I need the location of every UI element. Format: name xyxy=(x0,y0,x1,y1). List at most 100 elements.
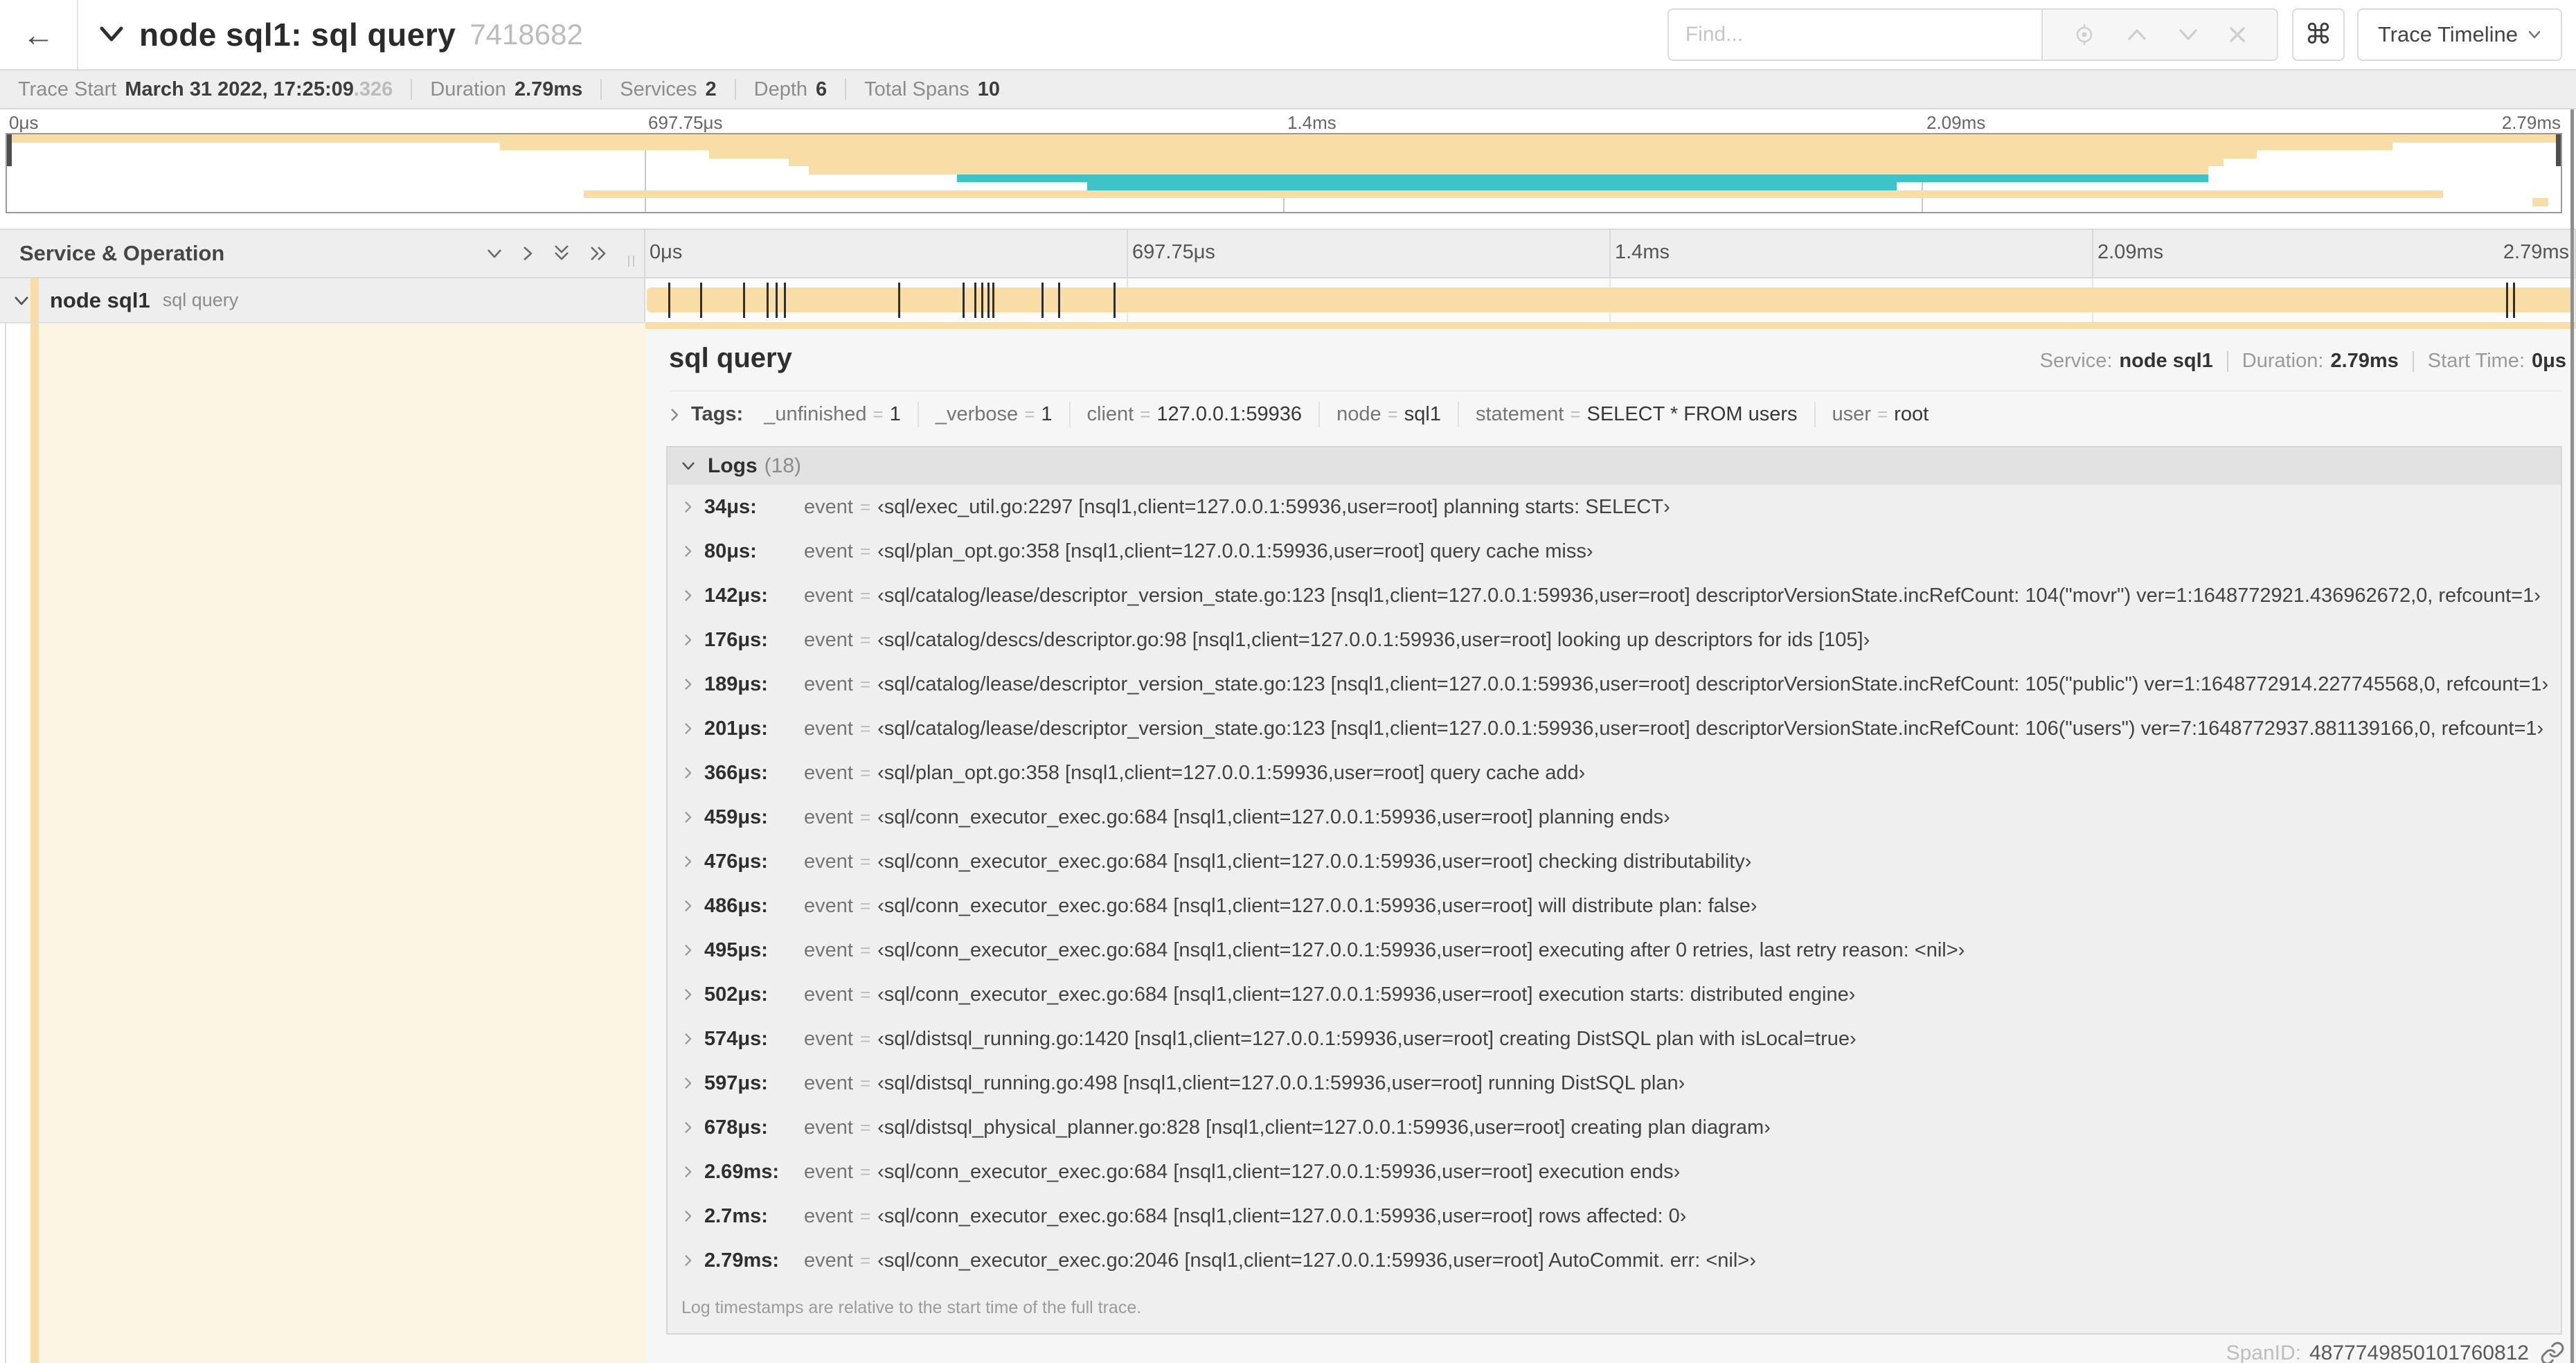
log-row[interactable]: 366μs: event = ‹sql/plan_opt.go:358 [nsql1,… xyxy=(679,751,2561,795)
span-duration-bar[interactable] xyxy=(647,287,2573,312)
locate-icon[interactable] xyxy=(2073,23,2096,46)
detail-stat-value: node sql1 xyxy=(2119,350,2213,372)
meta-item-value: 10 xyxy=(977,78,1000,100)
collapse-trace-chevron-icon[interactable] xyxy=(98,25,125,44)
meta-item-label: Trace Start xyxy=(18,78,117,100)
detail-stat-value: 0μs xyxy=(2532,350,2566,372)
log-row[interactable]: 486μs: event = ‹sql/conn_executor_exec.go:6… xyxy=(679,884,2561,928)
back-button[interactable]: ← xyxy=(0,0,78,69)
scrollbar[interactable] xyxy=(2570,109,2574,1363)
log-timestamp: 574μs: xyxy=(704,1027,768,1050)
column-resizer-grip[interactable] xyxy=(628,256,634,267)
keyboard-shortcuts-button[interactable]: ⌘ xyxy=(2291,8,2345,61)
log-row[interactable]: 459μs: event = ‹sql/conn_executor_exec.go:6… xyxy=(679,795,2561,839)
log-row[interactable]: 34μs: event = ‹sql/exec_util.go:2297 [nsql1… xyxy=(679,485,2561,529)
view-selector-button[interactable]: Trace Timeline xyxy=(2356,8,2562,61)
minimap-range-handle-right[interactable] xyxy=(2556,134,2561,166)
log-row[interactable]: 80μs: event = ‹sql/plan_opt.go:358 [nsql1,c… xyxy=(679,529,2561,573)
tags-label[interactable]: Tags: xyxy=(691,403,743,426)
collapse-span-chevron-icon[interactable] xyxy=(12,294,30,307)
log-marker xyxy=(992,283,994,318)
chevron-right-icon xyxy=(683,898,693,914)
log-marker xyxy=(974,283,976,318)
expand-one-icon[interactable] xyxy=(521,244,534,262)
minimap-span-bar xyxy=(1087,182,1897,190)
span-timeline-track xyxy=(645,278,2576,322)
chevron-right-icon xyxy=(683,677,693,692)
span-name-column[interactable]: node sql1 sql query xyxy=(0,278,645,322)
equals-sign: = xyxy=(859,1116,871,1138)
find-input[interactable] xyxy=(1667,8,2041,61)
deep-link-icon[interactable] xyxy=(2540,1341,2565,1363)
log-row[interactable]: 189μs: event = ‹sql/catalog/lease/descripto… xyxy=(679,662,2561,706)
log-timestamp: 486μs: xyxy=(704,894,768,917)
log-marker xyxy=(981,283,983,318)
span-operation-name: sql query xyxy=(162,289,239,310)
log-marker xyxy=(2506,283,2509,318)
log-field-key: event xyxy=(804,894,853,917)
clear-icon[interactable] xyxy=(2228,26,2246,44)
detail-stats: Service: node sql1 Duration: 2.79ms Start Ti… xyxy=(2040,350,2566,373)
log-row[interactable]: 574μs: event = ‹sql/distsql_running.go:1420… xyxy=(679,1017,2561,1061)
log-timestamp: 2.7ms: xyxy=(704,1204,768,1227)
log-row[interactable]: 476μs: event = ‹sql/conn_executor_exec.go:6… xyxy=(679,839,2561,884)
equals-sign: = xyxy=(1877,404,1888,425)
minimap-time-label: 2.79ms xyxy=(2501,112,2561,133)
log-row[interactable]: 2.7ms: event = ‹sql/conn_executor_exec.go:6… xyxy=(679,1194,2561,1238)
chevron-up-icon[interactable] xyxy=(2127,28,2147,42)
log-marker xyxy=(668,283,670,318)
minimap-span-bar xyxy=(584,190,2444,198)
log-row[interactable]: 201μs: event = ‹sql/catalog/lease/descripto… xyxy=(679,706,2561,751)
log-field-value: ‹sql/catalog/lease/descriptor_version_st… xyxy=(877,672,2549,695)
chevron-right-icon xyxy=(683,588,693,603)
log-row[interactable]: 142μs: event = ‹sql/catalog/lease/descripto… xyxy=(679,573,2561,618)
detail-stat-divider xyxy=(2226,350,2228,372)
collapse-one-icon[interactable] xyxy=(485,247,503,260)
log-timestamp: 201μs: xyxy=(704,717,768,740)
equals-sign: = xyxy=(859,629,871,650)
expand-all-icon[interactable] xyxy=(589,244,609,263)
equals-sign: = xyxy=(1387,404,1398,425)
span-id-value: 4877749850101760812 xyxy=(2309,1342,2529,1363)
log-row[interactable]: 176μs: event = ‹sql/catalog/descs/descripto… xyxy=(679,618,2561,662)
collapse-all-icon[interactable] xyxy=(552,244,571,263)
top-bar-controls: ⌘ Trace Timeline xyxy=(1667,8,2562,61)
meta-divider xyxy=(411,79,413,100)
meta-divider xyxy=(600,79,602,100)
logs-header[interactable]: Logs (18) xyxy=(668,447,2561,485)
log-timestamp: 597μs: xyxy=(704,1071,768,1094)
log-row[interactable]: 2.69ms: event = ‹sql/conn_executor_exec.go:… xyxy=(679,1150,2561,1194)
minimap-range-handle-left[interactable] xyxy=(7,134,12,166)
minimap-canvas[interactable] xyxy=(6,133,2562,213)
log-row[interactable]: 597μs: event = ‹sql/distsql_running.go:498 … xyxy=(679,1061,2561,1105)
chevron-right-icon[interactable] xyxy=(669,407,680,423)
log-row[interactable]: 678μs: event = ‹sql/distsql_physical_planne… xyxy=(679,1105,2561,1150)
logs-accordion: Logs (18) 34μs: event = ‹sql/exec_util.go:2… xyxy=(666,446,2562,1335)
minimap-span-bar xyxy=(788,158,2224,166)
log-row[interactable]: 495μs: event = ‹sql/conn_executor_exec.go:6… xyxy=(679,928,2561,972)
log-field-value: ‹sql/distsql_running.go:1420 [nsql1,clie… xyxy=(877,1027,1857,1050)
log-timestamp: 2.79ms: xyxy=(704,1249,780,1272)
log-field-key: event xyxy=(804,495,853,518)
log-marker xyxy=(897,283,900,318)
chevron-right-icon xyxy=(683,1209,693,1224)
log-marker xyxy=(766,283,769,318)
meta-item-value: 2 xyxy=(705,78,717,100)
tag-value: sql1 xyxy=(1404,403,1441,425)
ruler-time-label: 1.4ms xyxy=(1615,241,1670,263)
log-row[interactable]: 502μs: event = ‹sql/conn_executor_exec.go:6… xyxy=(679,972,2561,1017)
tag-item: _verbose = 1 xyxy=(919,402,1071,427)
log-field-value: ‹sql/catalog/lease/descriptor_version_st… xyxy=(877,584,2541,607)
meta-item-label: Services xyxy=(620,78,697,100)
timeline-ruler: 0μs 697.75μs 1.4ms 2.09ms 2.79ms xyxy=(645,230,2576,277)
log-row[interactable]: 2.79ms: event = ‹sql/conn_executor_exec.go:… xyxy=(679,1238,2561,1283)
log-field-key: event xyxy=(804,1071,853,1094)
meta-item-suffix: .326 xyxy=(353,78,393,100)
chevron-down-icon[interactable] xyxy=(2178,28,2199,42)
log-timestamp: 476μs: xyxy=(704,850,768,873)
meta-item-label: Duration xyxy=(430,78,506,100)
tag-key: client xyxy=(1086,403,1134,425)
log-field-key: event xyxy=(804,672,853,695)
equals-sign: = xyxy=(859,673,871,695)
minimap-span-bar xyxy=(709,150,2257,159)
